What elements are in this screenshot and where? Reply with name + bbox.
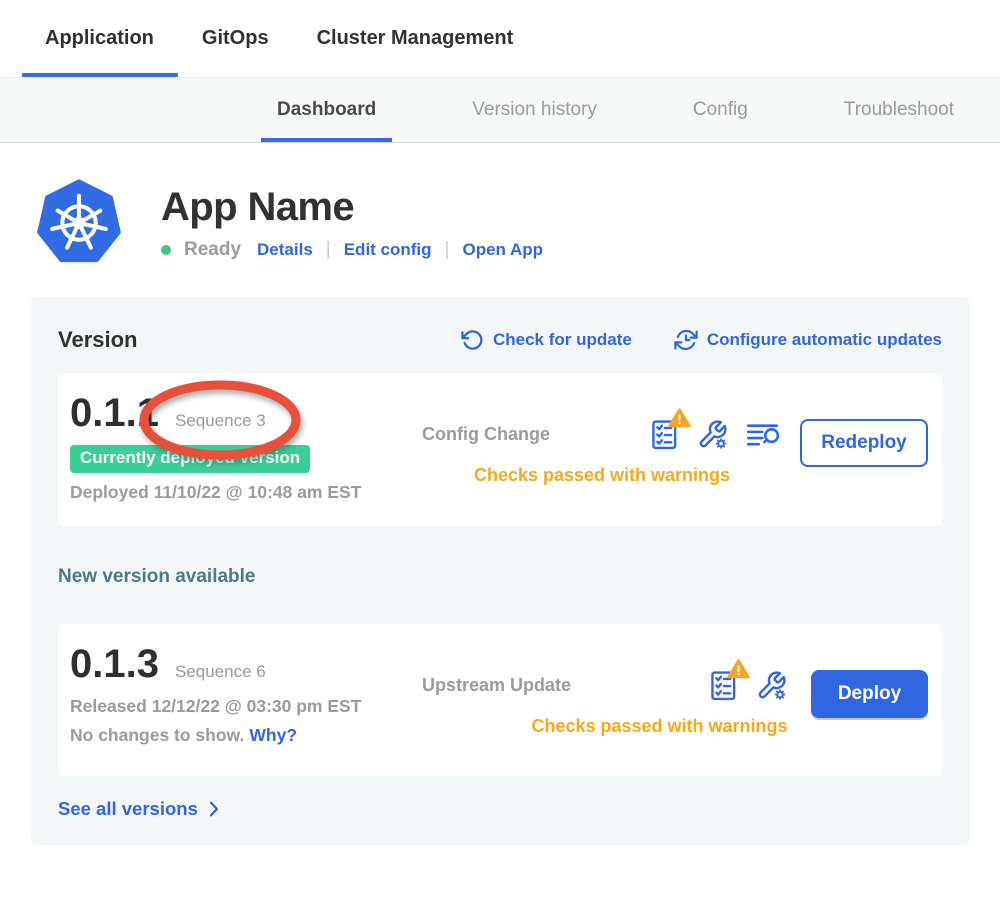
clock-refresh-icon xyxy=(674,328,698,352)
app-header: App Name Ready Details | Edit config | O… xyxy=(35,178,1000,268)
open-app-link[interactable]: Open App xyxy=(462,240,543,260)
app-sub-nav: Dashboard Version history Config Trouble… xyxy=(0,77,1000,143)
wrench-gear-icon xyxy=(756,670,787,701)
ready-status-dot xyxy=(161,245,171,255)
preflight-checks-button[interactable] xyxy=(651,419,679,450)
page-title: App Name xyxy=(161,185,543,229)
no-changes-text: No changes to show. xyxy=(70,725,244,745)
tab-version-history[interactable]: Version history xyxy=(472,78,597,142)
view-diff-button[interactable] xyxy=(746,421,782,449)
deploy-button[interactable]: Deploy xyxy=(811,670,928,718)
current-version-number: 0.1.1 xyxy=(70,391,159,436)
tab-config[interactable]: Config xyxy=(693,78,748,142)
check-for-update-link[interactable]: Check for update xyxy=(461,328,632,352)
tab-application[interactable]: Application xyxy=(45,0,154,77)
preflight-result-text: Checks passed with warnings xyxy=(422,465,782,486)
wrench-gear-icon xyxy=(697,419,728,450)
divider: | xyxy=(445,239,450,261)
refresh-icon xyxy=(461,329,484,352)
redeploy-button[interactable]: Redeploy xyxy=(800,419,928,467)
version-source-label: Config Change xyxy=(422,424,550,445)
new-version-heading: New version available xyxy=(58,566,942,588)
details-link[interactable]: Details xyxy=(257,240,313,260)
version-source-label: Upstream Update xyxy=(422,675,571,696)
status-badge: Ready xyxy=(184,239,241,261)
current-version-row: 0.1.1 Sequence 3 Currently deployed vers… xyxy=(58,373,942,526)
view-diff-icon xyxy=(746,421,782,449)
currently-deployed-badge: Currently deployed version xyxy=(70,445,310,473)
tab-cluster-management[interactable]: Cluster Management xyxy=(317,0,514,77)
current-sequence-label: Sequence 3 xyxy=(175,411,266,431)
why-link[interactable]: Why? xyxy=(249,725,297,745)
version-card-title: Version xyxy=(58,327,137,353)
deployed-timestamp: Deployed 11/10/22 @ 10:48 am EST xyxy=(70,482,422,503)
new-version-row: 0.1.3 Sequence 6 Released 12/12/22 @ 03:… xyxy=(58,624,942,776)
new-sequence-label: Sequence 6 xyxy=(175,662,266,682)
preflight-result-text: Checks passed with warnings xyxy=(477,716,842,737)
chevron-right-icon xyxy=(204,799,224,819)
configure-automatic-updates-link[interactable]: Configure automatic updates xyxy=(674,328,942,352)
new-version-number: 0.1.3 xyxy=(70,642,159,687)
kubernetes-icon xyxy=(35,178,123,268)
warning-triangle-icon xyxy=(668,408,691,428)
warning-triangle-icon xyxy=(727,659,750,679)
tab-gitops[interactable]: GitOps xyxy=(202,0,269,77)
see-all-versions-link[interactable]: See all versions xyxy=(58,798,224,820)
tab-dashboard[interactable]: Dashboard xyxy=(277,78,376,142)
released-timestamp: Released 12/12/22 @ 03:30 pm EST xyxy=(70,696,422,717)
edit-config-button[interactable] xyxy=(756,670,787,701)
preflight-checks-button[interactable] xyxy=(710,670,738,701)
edit-config-button[interactable] xyxy=(697,419,728,450)
tab-troubleshoot[interactable]: Troubleshoot xyxy=(844,78,954,142)
version-card: Version Check for update Configure autom… xyxy=(30,297,970,845)
divider: | xyxy=(326,239,331,261)
primary-nav: Application GitOps Cluster Management xyxy=(0,0,1000,77)
edit-config-link[interactable]: Edit config xyxy=(344,240,432,260)
